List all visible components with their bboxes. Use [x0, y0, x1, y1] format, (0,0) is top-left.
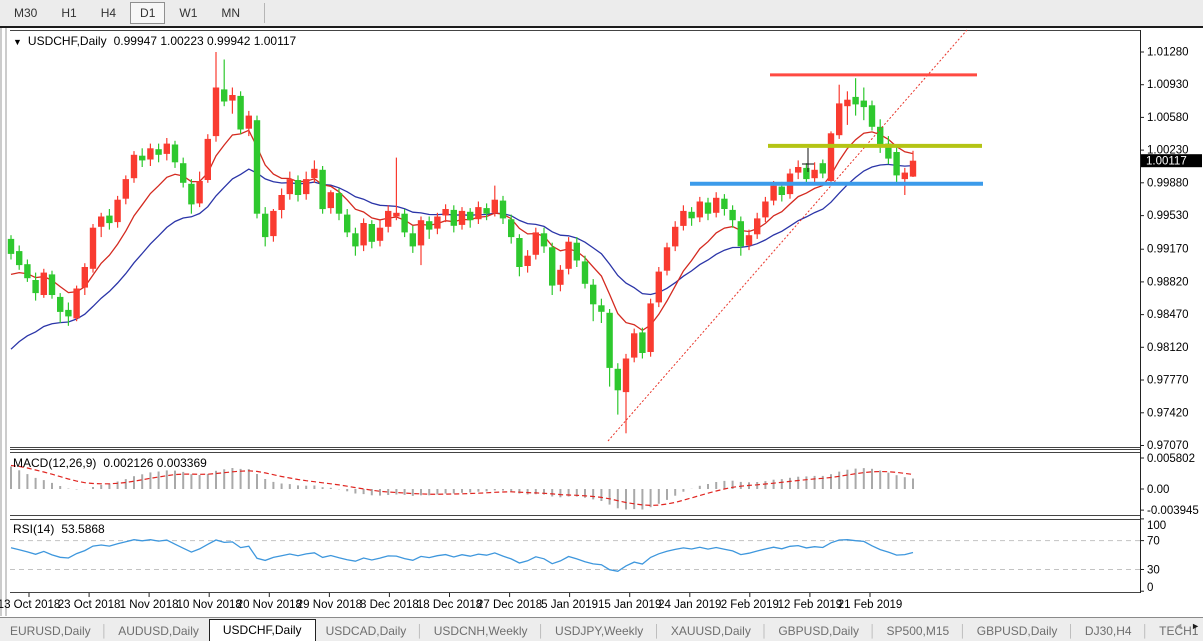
tab-eurusd-daily[interactable]: EURUSD,Daily	[0, 621, 101, 641]
tab-usdcad-daily[interactable]: USDCAD,Daily	[316, 621, 417, 641]
svg-text:0.98820: 0.98820	[1147, 276, 1189, 288]
tab-gbpusd-daily[interactable]: GBPUSD,Daily	[967, 621, 1068, 641]
chart-symbol-period: USDCHF,Daily	[27, 34, 107, 48]
tab-separator: │	[537, 624, 546, 638]
tab-scroll-arrows: ◄ ►	[1174, 621, 1200, 631]
panel-borders	[0, 28, 1141, 616]
svg-text:1.01280: 1.01280	[1147, 47, 1189, 59]
svg-text:1.00117: 1.00117	[1146, 156, 1187, 168]
svg-text:0.99880: 0.99880	[1147, 177, 1189, 189]
chart-title: ▼ USDCHF,Daily 0.99947 1.00223 0.99942 1.0…	[13, 34, 296, 48]
svg-text:2 Feb 2019: 2 Feb 2019	[721, 599, 779, 611]
svg-text:15 Jan 2019: 15 Jan 2019	[598, 599, 661, 611]
macd-indicator-label: MACD(12,26,9) 0.002126 0.003369	[13, 456, 207, 470]
timeframe-button-w1[interactable]: W1	[169, 2, 207, 24]
tab-separator: │	[959, 624, 967, 638]
chart-canvas[interactable]: 1.012801.009301.005801.002300.998800.995…	[0, 28, 1203, 617]
timeframe-button-mn[interactable]: MN	[211, 2, 250, 24]
tab-usdcnh-weekly[interactable]: USDCNH,Weekly	[424, 621, 538, 641]
current-price-tag: 1.00117	[1141, 154, 1202, 168]
svg-text:21 Feb 2019: 21 Feb 2019	[838, 599, 903, 611]
svg-text:5 Jan 2019: 5 Jan 2019	[541, 599, 598, 611]
tab-audusd-daily[interactable]: AUDUSD,Daily	[108, 621, 209, 641]
svg-text:23 Oct 2018: 23 Oct 2018	[58, 599, 121, 611]
tab-gbpusd-daily[interactable]: GBPUSD,Daily	[768, 621, 869, 641]
svg-text:0.00: 0.00	[1147, 484, 1169, 496]
tab-separator: │	[869, 624, 877, 638]
macd-name: MACD(12,26,9)	[13, 456, 97, 470]
timeframe-button-m30[interactable]: M30	[4, 2, 47, 24]
timeframe-button-h4[interactable]: H4	[91, 2, 126, 24]
tab-usdjpy-weekly[interactable]: USDJPY,Weekly	[545, 621, 653, 641]
svg-text:0.99530: 0.99530	[1147, 210, 1189, 222]
symbol-tab-bar: EURUSD,Daily │ AUDUSD,Daily USDCHF,Daily USD…	[0, 617, 1203, 641]
chart-ohlc-values: 0.99947 1.00223 0.99942 1.00117	[113, 34, 297, 48]
svg-text:8 Dec 2018: 8 Dec 2018	[360, 599, 419, 611]
svg-text:20 Nov 2018: 20 Nov 2018	[237, 599, 302, 611]
svg-text:0: 0	[1147, 582, 1153, 594]
tab-sp500-m15[interactable]: SP500,M15	[877, 621, 960, 641]
svg-text:13 Oct 2018: 13 Oct 2018	[0, 599, 60, 611]
tab-separator: │	[100, 624, 109, 638]
macd-signal-line	[10, 464, 914, 507]
date-axis[interactable]: 13 Oct 201823 Oct 2018 1 Nov 201810 Nov 2…	[0, 593, 902, 611]
svg-text:27 Dec 2018: 27 Dec 2018	[477, 599, 542, 611]
rsi-axis[interactable]: 100 70 30 0	[1140, 518, 1166, 594]
svg-text:0.005802: 0.005802	[1147, 453, 1195, 465]
trendline-object[interactable]	[607, 29, 968, 442]
macd-histogram	[10, 466, 914, 510]
svg-text:1.00930: 1.00930	[1147, 79, 1189, 91]
macd-axis[interactable]: 0.005802 0.00 -0.003945	[1140, 453, 1199, 517]
svg-text:0.98120: 0.98120	[1147, 342, 1189, 354]
svg-text:0.97420: 0.97420	[1147, 407, 1189, 419]
rsi-value: 53.5868	[61, 522, 105, 536]
rsi-line	[10, 539, 914, 572]
svg-text:12 Feb 2019: 12 Feb 2019	[778, 599, 843, 611]
tab-dj30-h4[interactable]: DJ30,H4	[1075, 621, 1142, 641]
rsi-name: RSI(14)	[13, 522, 55, 536]
svg-text:-0.003945: -0.003945	[1147, 505, 1199, 517]
svg-text:1.00580: 1.00580	[1147, 112, 1189, 124]
svg-text:0.97070: 0.97070	[1147, 440, 1189, 452]
tab-xauusd-daily[interactable]: XAUUSD,Daily	[661, 621, 761, 641]
svg-text:0.97770: 0.97770	[1147, 375, 1189, 387]
tab-separator: │	[1067, 624, 1075, 638]
svg-text:1 Nov 2018: 1 Nov 2018	[120, 599, 179, 611]
tab-separator: │	[653, 624, 661, 638]
tab-separator: │	[760, 624, 769, 638]
svg-text:30: 30	[1147, 565, 1160, 577]
svg-text:100: 100	[1147, 520, 1166, 532]
timeframe-button-d1[interactable]: D1	[130, 2, 166, 24]
tab-scroll-right-icon[interactable]: ►	[1191, 621, 1200, 631]
tab-separator: │	[1141, 624, 1150, 638]
svg-text:10 Nov 2018: 10 Nov 2018	[177, 599, 242, 611]
tab-separator: │	[416, 624, 424, 638]
toolbar-separator	[264, 3, 266, 23]
svg-text:0.98470: 0.98470	[1147, 309, 1189, 321]
svg-text:18 Dec 2018: 18 Dec 2018	[417, 599, 482, 611]
ma-slow-line	[10, 163, 914, 350]
chevron-down-icon[interactable]: ▼	[13, 37, 22, 47]
rsi-indicator-label: RSI(14) 53.5868	[13, 522, 105, 536]
tab-scroll-left-icon[interactable]: ◄	[1174, 621, 1183, 631]
macd-values: 0.002126 0.003369	[103, 456, 207, 470]
svg-text:24 Jan 2019: 24 Jan 2019	[658, 599, 721, 611]
timeframe-button-h1[interactable]: H1	[51, 2, 86, 24]
trading-terminal-window: M30 H1 H4 D1 W1 MN ▼ USDCHF,Daily 0.99947 1.002…	[0, 0, 1203, 641]
ma-fast-line	[10, 129, 914, 332]
svg-text:70: 70	[1147, 536, 1160, 548]
timeframe-toolbar: M30 H1 H4 D1 W1 MN	[0, 0, 1203, 28]
price-axis[interactable]: 1.012801.009301.005801.002300.998800.995…	[1140, 47, 1189, 453]
svg-text:0.99170: 0.99170	[1147, 244, 1189, 256]
tab-usdchf-daily[interactable]: USDCHF,Daily	[208, 619, 316, 641]
svg-text:29 Nov 2018: 29 Nov 2018	[297, 599, 362, 611]
candles-series	[7, 52, 917, 434]
